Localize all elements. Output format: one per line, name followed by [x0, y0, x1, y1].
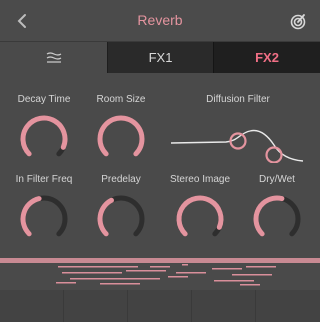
pad[interactable]: [0, 290, 64, 322]
diffusion-filter-curve[interactable]: [166, 105, 310, 164]
diffusion-filter[interactable]: Diffusion Filter: [166, 94, 310, 164]
knob-value-arc: [176, 195, 224, 237]
dry-wet-dial[interactable]: [249, 190, 305, 246]
decay-time-dial[interactable]: [16, 110, 72, 166]
tab-fx2[interactable]: FX2: [213, 42, 320, 73]
header: Reverb: [0, 0, 320, 41]
knob-value-arc: [97, 197, 114, 237]
pad[interactable]: [64, 290, 128, 322]
knob-predelay[interactable]: Predelay: [88, 174, 154, 246]
knob-label: Stereo Image: [169, 174, 231, 185]
knob-label: In Filter Freq: [15, 174, 73, 185]
diffusion-filter-label: Diffusion Filter: [206, 94, 270, 105]
waves-icon: [46, 51, 61, 63]
knob-in-filter-freq[interactable]: In Filter Freq: [8, 174, 80, 246]
in-filter-freq-dial[interactable]: [16, 190, 72, 246]
filter-handle-high[interactable]: [265, 146, 283, 164]
pad[interactable]: [128, 290, 192, 322]
pad[interactable]: [256, 290, 320, 322]
knob-label: Dry/Wet: [259, 174, 295, 185]
room-size-dial[interactable]: [93, 110, 149, 166]
knob-stereo-image[interactable]: Stereo Image: [166, 174, 234, 246]
tab-fx1[interactable]: FX1: [107, 42, 213, 73]
knob-value-arc: [253, 195, 285, 237]
timeline-notes: [56, 264, 276, 286]
knob-label: Decay Time: [17, 94, 71, 105]
pad[interactable]: [192, 290, 256, 322]
pad-grid: [0, 290, 320, 322]
stereo-image-dial[interactable]: [172, 190, 228, 246]
knob-dry-wet[interactable]: Dry/Wet: [246, 174, 308, 246]
knob-room-size[interactable]: Room Size: [90, 94, 152, 166]
knob-label: Predelay: [101, 174, 141, 185]
tab-eq[interactable]: [0, 42, 107, 73]
knob-decay-time[interactable]: Decay Time: [13, 94, 75, 166]
knob-value-arc: [20, 115, 68, 157]
page-title: Reverb: [137, 12, 183, 28]
gauge-icon[interactable]: [290, 14, 306, 30]
fx-tabs: FX1 FX2: [0, 41, 320, 73]
predelay-dial[interactable]: [93, 190, 149, 246]
knob-value-arc: [20, 196, 42, 237]
knob-label: Room Size: [96, 94, 146, 105]
knob-value-arc: [97, 115, 145, 157]
timeline-strip[interactable]: [0, 256, 320, 290]
